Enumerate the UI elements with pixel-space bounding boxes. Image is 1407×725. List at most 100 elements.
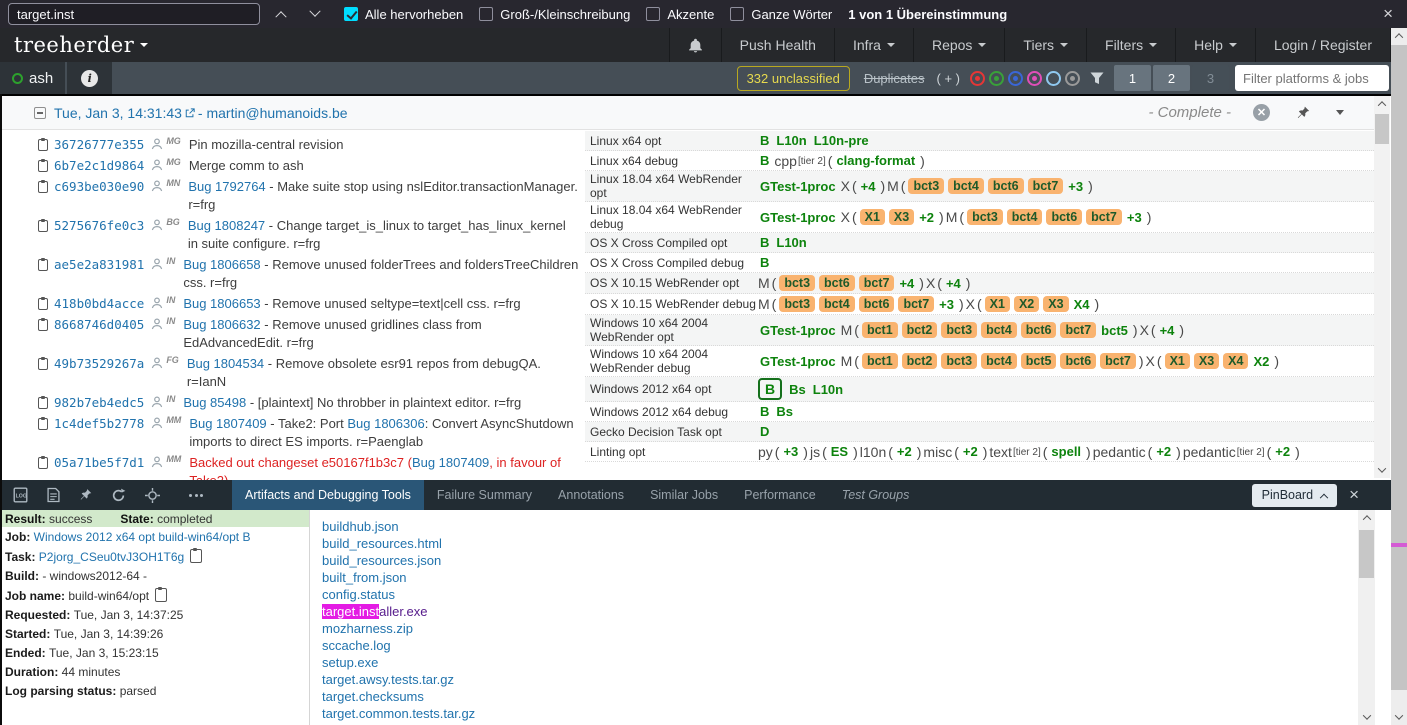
commit-sha-link[interactable]: 1c4def5b2778 — [54, 415, 144, 433]
bug-link[interactable]: Bug 1806658 — [183, 257, 260, 272]
job-button-failure[interactable]: bct3 — [967, 209, 1003, 225]
nav-item-filters[interactable]: Filters — [1086, 28, 1175, 62]
job-button-success[interactable]: L10n — [776, 235, 806, 250]
bug-link[interactable]: Bug 85498 — [183, 395, 246, 410]
job-button-failure[interactable]: bct3 — [941, 322, 977, 338]
tab-similar-jobs[interactable]: Similar Jobs — [637, 480, 731, 510]
job-button-success[interactable]: X2 — [1253, 354, 1269, 369]
copy-sha-icon[interactable] — [38, 358, 48, 370]
job-button-failure[interactable]: bct3 — [908, 178, 944, 194]
push-date-link[interactable]: Tue, Jan 3, 14:31:43 — [54, 105, 182, 121]
job-button-failure[interactable]: bct6 — [988, 178, 1024, 194]
job-button-failure[interactable]: bct7 — [1086, 209, 1122, 225]
artifact-link[interactable]: mozharness.zip — [322, 621, 413, 636]
commit-sha-link[interactable]: 6b7e2c1d9864 — [54, 157, 144, 175]
job-button-success[interactable]: Bs — [776, 404, 793, 419]
copy-sha-icon[interactable] — [38, 181, 48, 193]
job-button-failure[interactable]: bct6 — [859, 296, 895, 312]
bug-link[interactable]: Bug 1792764 — [188, 179, 265, 194]
artifact-link[interactable]: built_from.json — [322, 570, 407, 585]
collapse-push-icon[interactable] — [34, 107, 46, 119]
job-button-success[interactable]: B — [760, 153, 769, 168]
job-button-success[interactable]: +2 — [897, 444, 912, 459]
job-button-failure[interactable]: X2 — [1014, 296, 1039, 312]
job-button-failure[interactable]: bct4 — [948, 178, 984, 194]
copy-sha-icon[interactable] — [38, 220, 48, 232]
artifact-link[interactable]: target.awsy.tests.tar.gz — [322, 672, 454, 687]
find-option-akzente[interactable]: Akzente — [646, 7, 714, 22]
job-button-failure[interactable]: bct3 — [941, 353, 977, 369]
push-author-link[interactable]: - martin@humanoids.be — [198, 105, 348, 121]
commit-sha-link[interactable]: 5275676fe0c3 — [54, 217, 144, 235]
find-next-button[interactable] — [302, 3, 328, 25]
job-button-failure[interactable]: bct5 — [1021, 353, 1057, 369]
bug-link[interactable]: Bug 1806653 — [183, 296, 260, 311]
nav-item-repos[interactable]: Repos — [913, 28, 1004, 62]
job-button-success[interactable]: +3 — [939, 297, 954, 312]
tab-performance[interactable]: Performance — [731, 480, 829, 510]
retrigger-icon[interactable] — [111, 488, 126, 503]
job-button-failure[interactable]: X3 — [1043, 296, 1068, 312]
copy-sha-icon[interactable] — [38, 160, 48, 172]
job-button-failure[interactable]: X4 — [1223, 353, 1248, 369]
job-button-success[interactable]: B — [760, 235, 769, 250]
commit-sha-link[interactable]: 49b73529267a — [54, 355, 144, 373]
filter-in-progress-icon[interactable] — [1046, 71, 1061, 86]
bug-link[interactable]: Bug 1806632 — [183, 317, 260, 332]
filter-success-icon[interactable] — [989, 71, 1004, 86]
copy-to-clipboard-icon[interactable] — [190, 549, 202, 563]
artifact-link[interactable]: target.installer.exe — [322, 604, 428, 619]
detail-value[interactable]: P2jorg_CSeu0tvJ3OH1T6g — [39, 550, 184, 564]
checkbox-icon[interactable] — [344, 7, 358, 21]
copy-sha-icon[interactable] — [38, 397, 48, 409]
job-button-success[interactable]: +2 — [919, 210, 934, 225]
nav-item-infra[interactable]: Infra — [834, 28, 913, 62]
commit-sha-link[interactable]: c693be030e90 — [54, 178, 144, 196]
job-button-failure[interactable]: bct6 — [1021, 322, 1057, 338]
artifact-link[interactable]: build_resources.json — [322, 553, 441, 568]
job-button-success[interactable]: spell — [1051, 444, 1081, 459]
job-button-success[interactable]: +4 — [1160, 323, 1175, 338]
commit-sha-link[interactable]: 982b7eb4edc5 — [54, 394, 144, 412]
job-button-failure[interactable]: bct7 — [898, 296, 934, 312]
job-button-failure[interactable]: X1 — [1165, 353, 1190, 369]
job-button-failure[interactable]: X1 — [860, 209, 885, 225]
tier-1-button[interactable]: 1 — [1114, 65, 1151, 91]
job-button-failure[interactable]: bct6 — [1060, 353, 1096, 369]
job-button-success[interactable]: +3 — [1068, 179, 1083, 194]
tab-annotations[interactable]: Annotations — [545, 480, 637, 510]
job-button-failure[interactable]: bct7 — [1060, 322, 1096, 338]
repo-info-button[interactable]: i — [67, 62, 112, 94]
scrollbar-thumb[interactable] — [1375, 114, 1389, 144]
scroll-up-arrow[interactable] — [1358, 510, 1375, 526]
artifact-link[interactable]: target.common.tests.tar.gz — [322, 706, 475, 721]
filter-funnel-icon[interactable] — [1090, 72, 1104, 85]
commit-sha-link[interactable]: 8668746d0405 — [54, 316, 144, 334]
job-button-success[interactable]: GTest-1proc — [760, 323, 836, 338]
artifact-link[interactable]: config.status — [322, 587, 395, 602]
find-option-ganze-w-rter[interactable]: Ganze Wörter — [730, 7, 832, 22]
bug-link[interactable]: Bug 1807409 — [189, 416, 266, 431]
filter-retry-icon[interactable] — [1008, 71, 1023, 86]
job-button-failure[interactable]: bct1 — [862, 353, 898, 369]
job-button-success[interactable]: bct5 — [1101, 323, 1128, 338]
job-button-failure[interactable]: bct1 — [862, 322, 898, 338]
nav-item-tiers[interactable]: Tiers — [1004, 28, 1086, 62]
group-state-toggle[interactable]: ( + ) — [937, 71, 960, 86]
filter-platforms-input[interactable] — [1235, 65, 1389, 91]
artifact-link[interactable]: sccache.log — [322, 638, 391, 653]
scrollbar-thumb[interactable] — [1359, 530, 1374, 578]
job-button-success[interactable]: X4 — [1074, 297, 1090, 312]
job-button-failure[interactable]: X3 — [1194, 353, 1219, 369]
push-list-scrollbar[interactable] — [1374, 96, 1390, 478]
job-button-failure[interactable]: bct3 — [779, 275, 815, 291]
find-option-alle-hervorheben[interactable]: Alle hervorheben — [344, 7, 463, 22]
scroll-down-arrow[interactable] — [1358, 709, 1375, 725]
scrollbar-thumb[interactable] — [1391, 45, 1407, 690]
job-button-failure[interactable]: bct3 — [779, 296, 815, 312]
job-button-success[interactable]: +2 — [1156, 444, 1171, 459]
artifact-link[interactable]: setup.exe — [322, 655, 378, 670]
commit-sha-link[interactable]: 36726777e355 — [54, 136, 144, 154]
nav-item-help[interactable]: Help — [1175, 28, 1255, 62]
job-button-success[interactable]: +4 — [899, 276, 914, 291]
